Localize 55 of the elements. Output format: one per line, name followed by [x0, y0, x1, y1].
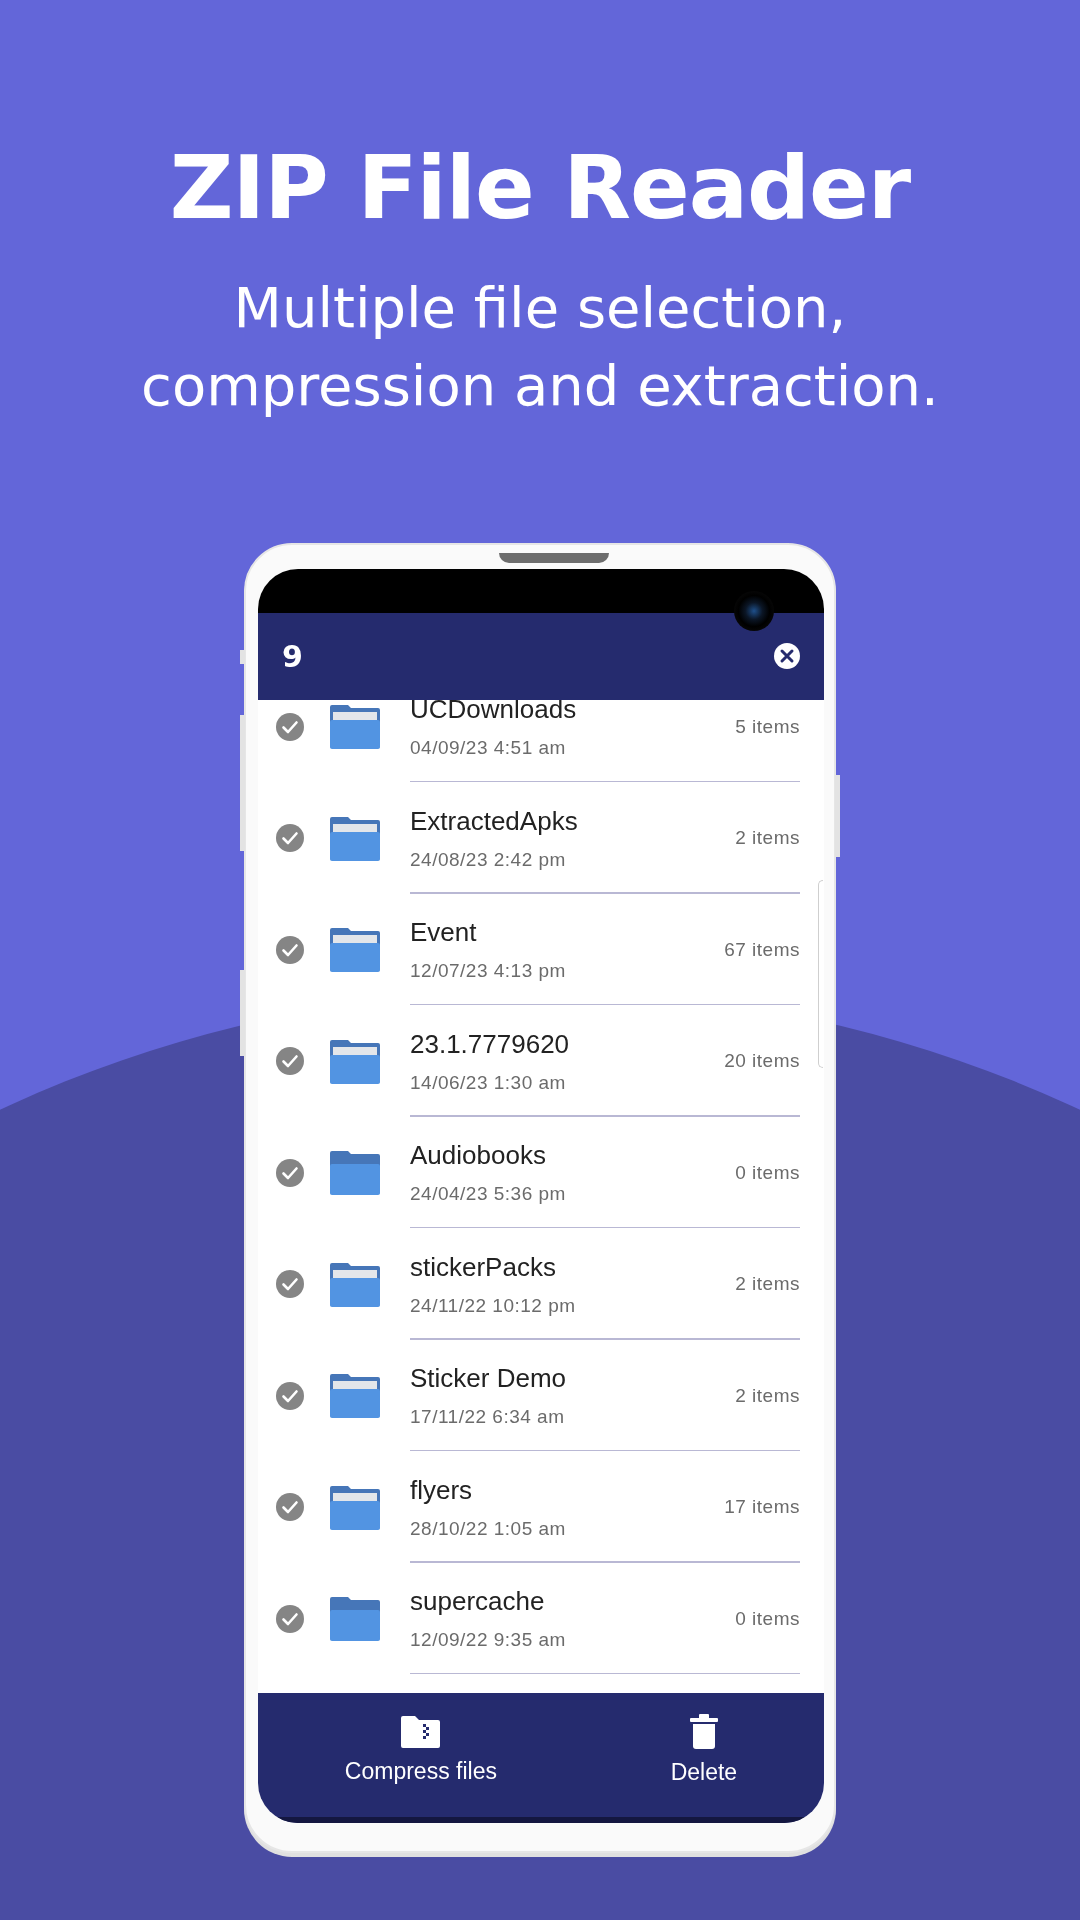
file-row[interactable]: flyers 28/10/22 1:05 am 17 items	[258, 1451, 816, 1563]
folder-icon	[330, 704, 380, 750]
file-row[interactable]: supercache 12/09/22 9:35 am 0 items	[258, 1562, 816, 1675]
file-name: Event	[410, 917, 478, 949]
item-count: 0 items	[735, 1161, 800, 1184]
file-date: 12/07/23 4:13 pm	[410, 960, 567, 983]
item-count: 67 items	[724, 938, 800, 961]
file-name: UCDownloads	[410, 699, 578, 726]
item-count: 2 items	[735, 827, 800, 850]
file-name: ExtractedApks	[410, 805, 579, 837]
item-count: 20 items	[724, 1050, 800, 1073]
file-name: Audiobooks	[410, 1140, 547, 1172]
file-date: 24/11/22 10:12 pm	[410, 1294, 577, 1317]
folder-icon	[330, 1038, 380, 1084]
file-name: supercache	[410, 1586, 546, 1618]
folder-icon	[330, 1373, 380, 1419]
file-row[interactable]: Event 12/07/23 4:13 pm 67 items	[258, 893, 816, 1006]
trash-icon	[689, 1713, 718, 1749]
file-date: 12/09/22 9:35 am	[410, 1629, 567, 1652]
item-count: 2 items	[735, 1384, 800, 1407]
file-date: 04/09/23 4:51 am	[410, 737, 567, 760]
item-count: 5 items	[735, 715, 800, 738]
folder-icon	[330, 815, 380, 861]
headline: ZIP File Reader	[169, 140, 911, 237]
file-name: stickerPacks	[410, 1251, 557, 1283]
folder-icon	[330, 1150, 380, 1196]
file-row[interactable]: stickerPacks 24/11/22 10:12 pm 2 items	[258, 1228, 816, 1340]
file-date: 17/11/22 6:34 am	[410, 1406, 566, 1429]
subtitle: Multiple file selection, compression and extraction.	[140, 273, 940, 420]
file-row[interactable]: Audiobooks 24/04/23 5:36 pm 0 items	[258, 1116, 816, 1229]
file-date: 24/04/23 5:36 pm	[410, 1183, 567, 1206]
file-name: Sticker Demo	[410, 1363, 568, 1395]
item-count: 17 items	[724, 1496, 800, 1519]
folder-icon	[330, 1261, 380, 1307]
folder-icon	[330, 1484, 380, 1530]
zip-folder-icon	[401, 1714, 441, 1748]
file-row[interactable]: Sticker Demo 17/11/22 6:34 am 2 items	[258, 1339, 816, 1452]
close-icon	[773, 642, 801, 671]
action-button[interactable]: Compress files	[336, 1710, 505, 1789]
file-name: 23.1.7779620	[410, 1028, 571, 1060]
file-row[interactable]: UCDownloads 04/09/23 4:51 am 5 items	[258, 699, 816, 783]
folder-icon	[330, 1596, 380, 1642]
file-row[interactable]: 23.1.7779620 14/06/23 1:30 am 20 items	[258, 1005, 816, 1117]
item-count: 2 items	[735, 1273, 800, 1296]
file-date: 14/06/23 1:30 am	[410, 1071, 567, 1094]
folder-icon	[330, 927, 380, 973]
file-date: 28/10/22 1:05 am	[410, 1517, 567, 1540]
action-button[interactable]: Delete	[662, 1709, 746, 1790]
file-row[interactable]: ExtractedApks 24/08/23 2:42 pm 2 items	[258, 782, 816, 894]
file-date: 24/08/23 2:42 pm	[410, 848, 567, 871]
selected-count: 9	[282, 638, 303, 674]
item-count: 0 items	[735, 1607, 800, 1630]
close-button[interactable]	[772, 641, 802, 672]
camera-lens	[734, 590, 774, 631]
file-name: flyers	[410, 1474, 474, 1506]
